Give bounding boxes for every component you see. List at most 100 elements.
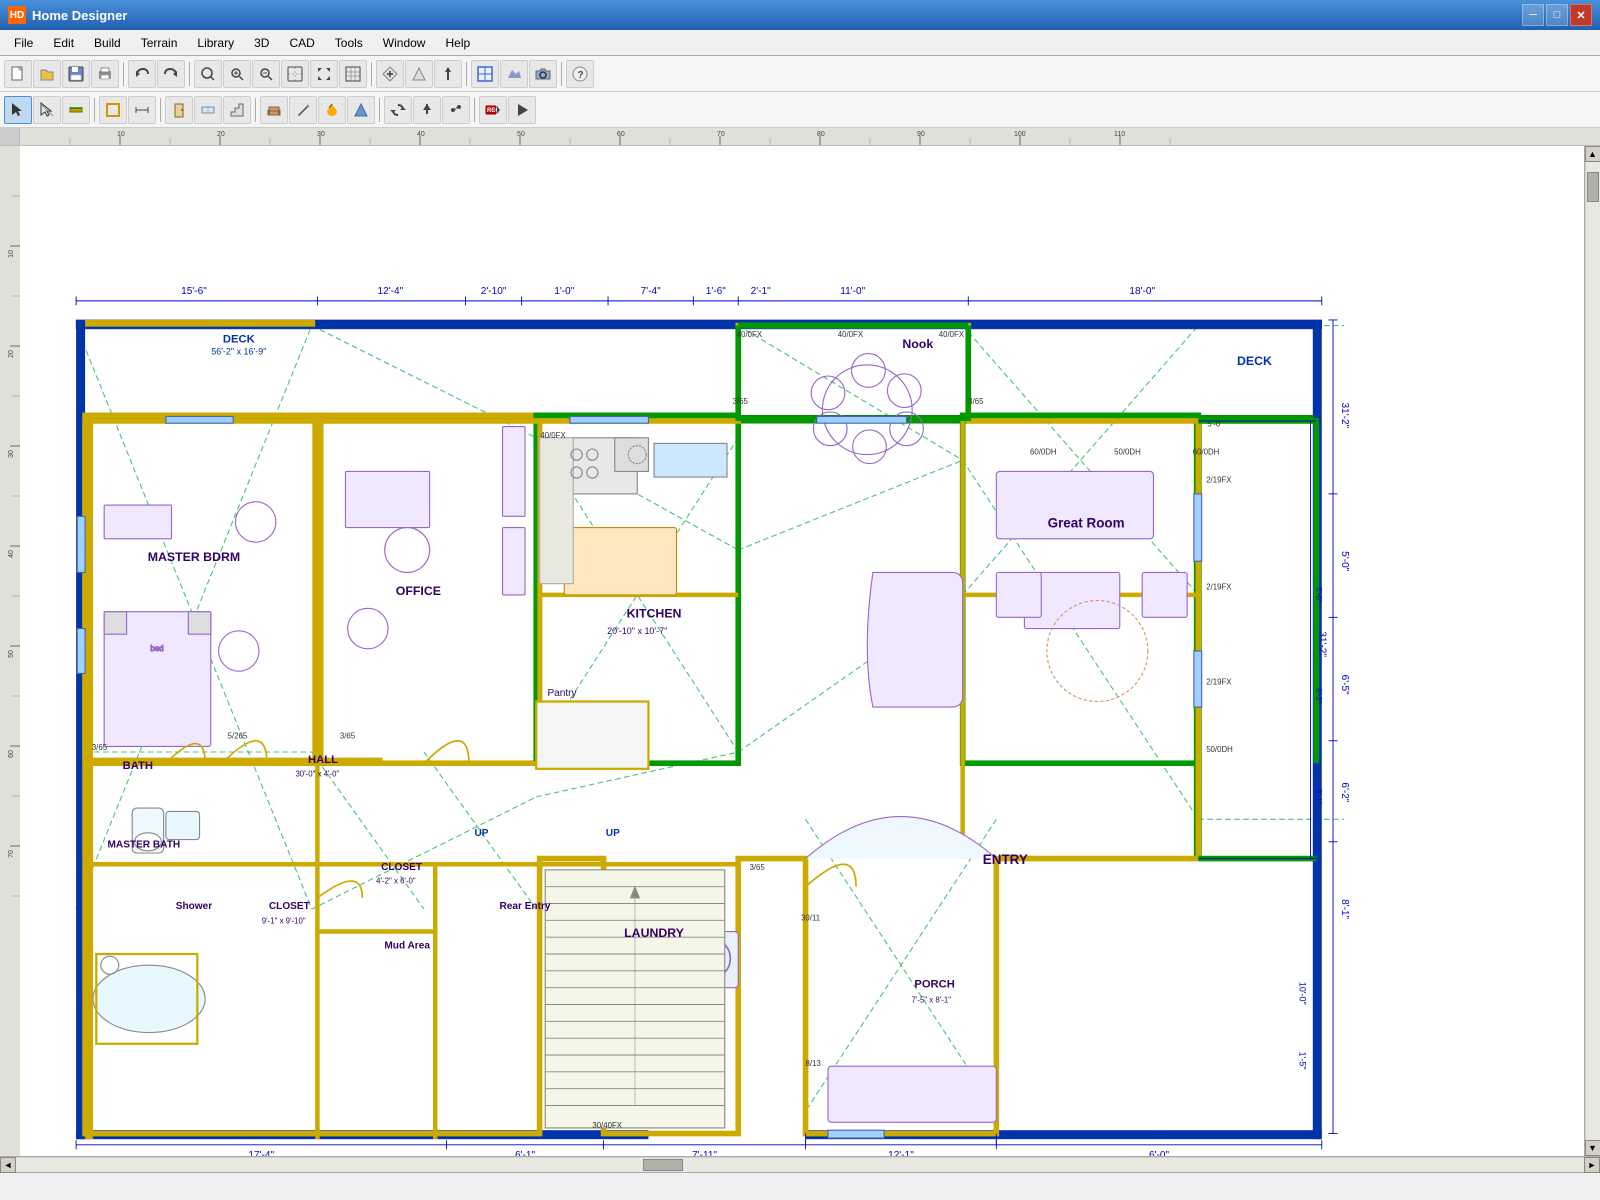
floorplan-button[interactable] — [471, 60, 499, 88]
svg-text:40/0FX: 40/0FX — [939, 330, 965, 339]
svg-text:12'-1": 12'-1" — [888, 1150, 914, 1156]
svg-text:30'-0" x 4'-0": 30'-0" x 4'-0" — [295, 770, 339, 779]
floor-plan-area[interactable]: 15'-6" 12'-4" 2'-10" 1'-0" 7'-4" 1'-6" 2… — [20, 146, 1584, 1156]
dimension-button[interactable] — [128, 96, 156, 124]
canvas-wrapper: 10 20 30 40 50 60 70 80 90 100 110 — [0, 128, 1600, 1156]
svg-text:1'-6": 1'-6" — [706, 286, 726, 297]
minimize-button[interactable]: ─ — [1522, 4, 1544, 26]
svg-text:50: 50 — [8, 650, 15, 658]
menu-file[interactable]: File — [4, 33, 43, 53]
up-button[interactable] — [434, 60, 462, 88]
floor-plan-svg[interactable]: 15'-6" 12'-4" 2'-10" 1'-0" 7'-4" 1'-6" 2… — [20, 146, 1584, 1156]
open-button[interactable] — [33, 60, 61, 88]
scroll-right-button[interactable]: ► — [1584, 1157, 1600, 1173]
svg-text:10'-0": 10'-0" — [1297, 982, 1307, 1005]
svg-text:2'-10": 2'-10" — [481, 286, 507, 297]
scroll-track-vertical — [1586, 162, 1600, 1140]
svg-text:PORCH: PORCH — [914, 979, 955, 991]
svg-text:MASTER BATH: MASTER BATH — [108, 839, 181, 850]
rotate-button[interactable] — [384, 96, 412, 124]
print-button[interactable] — [91, 60, 119, 88]
close-button[interactable]: ✕ — [1570, 4, 1592, 26]
scroll-down-button[interactable]: ▼ — [1585, 1140, 1600, 1156]
separator — [466, 62, 467, 86]
help-button[interactable]: ? — [566, 60, 594, 88]
redo-button[interactable] — [157, 60, 185, 88]
line-tool-button[interactable] — [33, 96, 61, 124]
door-tool-button[interactable] — [165, 96, 193, 124]
view-button[interactable] — [500, 60, 528, 88]
undo-button[interactable] — [128, 60, 156, 88]
svg-text:7'-11": 7'-11" — [692, 1150, 717, 1156]
svg-text:4'-2" x 6'-0": 4'-2" x 6'-0" — [376, 876, 416, 885]
svg-text:6'-2": 6'-2" — [1314, 688, 1323, 704]
menu-3d[interactable]: 3D — [244, 33, 279, 53]
save-button[interactable] — [62, 60, 90, 88]
ruler-top-svg: 10 20 30 40 50 60 70 80 90 100 110 — [20, 128, 1600, 146]
svg-text:DECK: DECK — [1237, 354, 1272, 368]
furniture-button[interactable] — [260, 96, 288, 124]
svg-text:60: 60 — [8, 750, 15, 758]
room-tool-button[interactable] — [99, 96, 127, 124]
svg-text:6'-2": 6'-2" — [1339, 782, 1350, 802]
svg-text:OFFICE: OFFICE — [396, 584, 441, 598]
new-button[interactable] — [4, 60, 32, 88]
separator — [160, 98, 161, 122]
transform-button[interactable] — [442, 96, 470, 124]
svg-text:8'-1": 8'-1" — [1314, 789, 1323, 805]
svg-text:DECK: DECK — [223, 333, 255, 345]
svg-text:30/40FX: 30/40FX — [592, 1121, 622, 1130]
svg-text:6'-5": 6'-5" — [1339, 675, 1350, 695]
svg-text:7'-5" x 8'-1": 7'-5" x 8'-1" — [911, 995, 951, 1004]
grid-button[interactable] — [339, 60, 367, 88]
scroll-thumb-horizontal[interactable] — [643, 1159, 683, 1171]
svg-text:12'-4": 12'-4" — [377, 286, 403, 297]
fill-button[interactable] — [318, 96, 346, 124]
svg-text:40: 40 — [8, 550, 15, 558]
maximize-button[interactable]: □ — [1546, 4, 1568, 26]
fit-page-button[interactable] — [310, 60, 338, 88]
arrow-button[interactable] — [413, 96, 441, 124]
svg-text:31'-2": 31'-2" — [1317, 631, 1328, 657]
shape-tool-button[interactable] — [347, 96, 375, 124]
zoom-button[interactable] — [194, 60, 222, 88]
svg-text:40/0FX: 40/0FX — [737, 330, 763, 339]
zoom-in-button[interactable] — [281, 60, 309, 88]
record-button[interactable]: REC — [479, 96, 507, 124]
scroll-left-button[interactable]: ◄ — [0, 1157, 16, 1173]
menu-terrain[interactable]: Terrain — [131, 33, 188, 53]
svg-text:7'-4": 7'-4" — [641, 286, 661, 297]
svg-text:10: 10 — [117, 131, 125, 138]
menu-help[interactable]: Help — [435, 33, 480, 53]
wall-tool-button[interactable] — [62, 96, 90, 124]
select-tool-button[interactable] — [4, 96, 32, 124]
menu-edit[interactable]: Edit — [43, 33, 84, 53]
zoom-window-button[interactable] — [223, 60, 251, 88]
svg-text:60/0DH: 60/0DH — [1030, 448, 1057, 457]
window-tool-button[interactable] — [194, 96, 222, 124]
scroll-thumb-vertical[interactable] — [1587, 172, 1599, 202]
svg-text:10: 10 — [8, 250, 15, 258]
scroll-up-button[interactable]: ▲ — [1585, 146, 1600, 162]
zoom-out-button[interactable] — [252, 60, 280, 88]
svg-text:Nook: Nook — [902, 337, 933, 351]
menu-build[interactable]: Build — [84, 33, 131, 53]
svg-text:2/19FX: 2/19FX — [1206, 476, 1232, 485]
shape-button[interactable] — [405, 60, 433, 88]
stair-tool-button[interactable] — [223, 96, 251, 124]
separator — [94, 98, 95, 122]
play-button[interactable] — [508, 96, 536, 124]
menu-cad[interactable]: CAD — [279, 33, 324, 53]
menu-window[interactable]: Window — [373, 33, 436, 53]
svg-text:HALL: HALL — [308, 754, 338, 766]
add-button[interactable] — [376, 60, 404, 88]
svg-text:1'-0": 1'-0" — [554, 286, 574, 297]
svg-text:56'-2" x 16'-9": 56'-2" x 16'-9" — [211, 347, 266, 357]
menu-library[interactable]: Library — [187, 33, 244, 53]
draw-button[interactable] — [289, 96, 317, 124]
svg-text:15'-6": 15'-6" — [181, 286, 207, 297]
menu-tools[interactable]: Tools — [325, 33, 373, 53]
separator — [561, 62, 562, 86]
camera-button[interactable] — [529, 60, 557, 88]
svg-text:Pantry: Pantry — [547, 688, 577, 699]
